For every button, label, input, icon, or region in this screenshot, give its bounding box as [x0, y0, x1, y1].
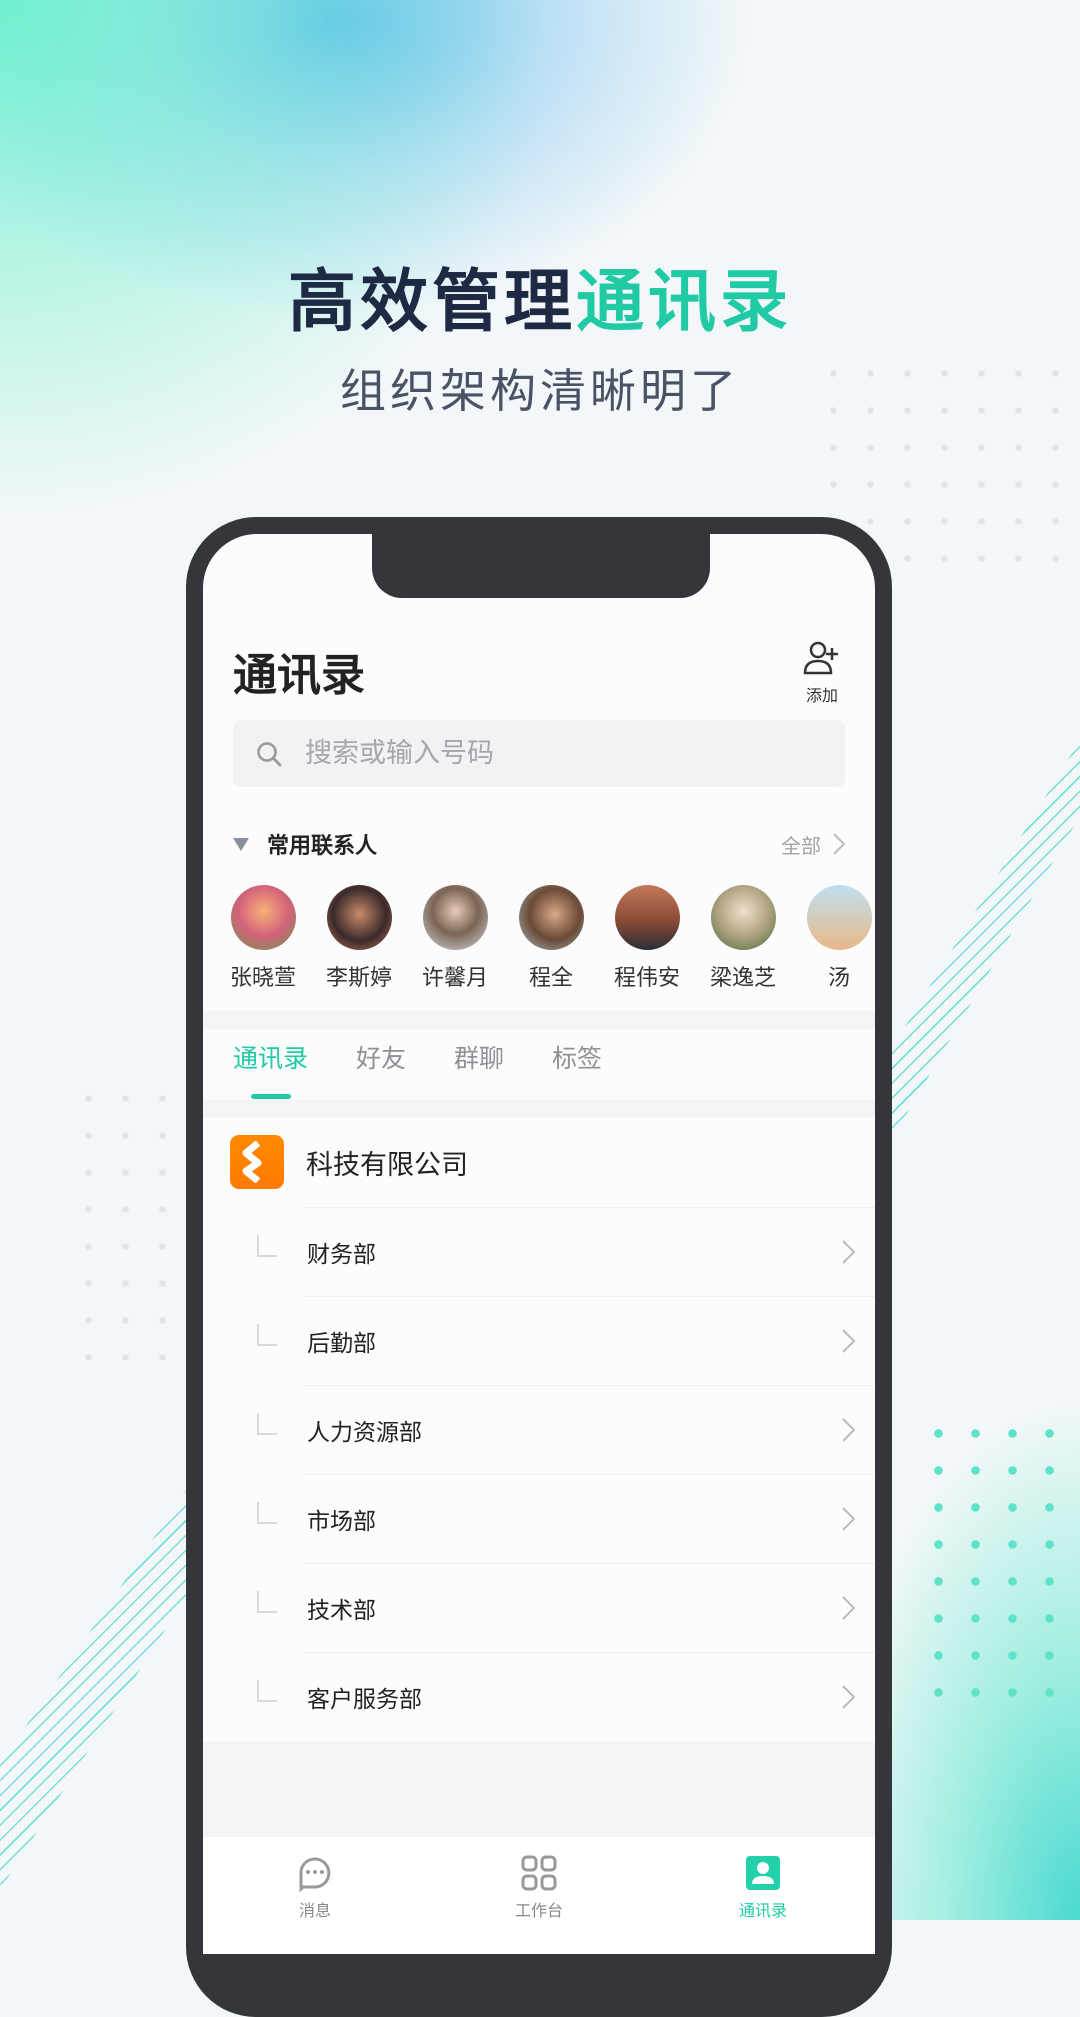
- department-row[interactable]: 市场部: [203, 1474, 875, 1563]
- nav-contacts[interactable]: 通讯录: [703, 1853, 823, 1954]
- add-label: 添加: [805, 686, 838, 705]
- contact-item[interactable]: 李斯婷: [307, 885, 411, 992]
- search-input[interactable]: [305, 738, 805, 769]
- headline-part: 高效管理: [287, 263, 576, 342]
- contact-name: 许馨月: [421, 966, 488, 991]
- contact-tabs: 通讯录 好友 群聊 标签: [233, 1039, 602, 1099]
- section-title: 常用联系人: [267, 834, 378, 859]
- tab-tags[interactable]: 标签: [552, 1039, 602, 1099]
- contact-name: 汤: [827, 966, 850, 991]
- contact-item[interactable]: 张晓萱: [211, 885, 315, 992]
- empty-area: [203, 1742, 875, 1837]
- contact-name: 程伟安: [613, 966, 680, 991]
- nav-label: 通讯录: [738, 1901, 787, 1920]
- phone-notch: [372, 520, 710, 598]
- avatar: [710, 885, 776, 950]
- chevron-right-icon: [842, 1684, 856, 1709]
- add-contact-button[interactable]: 添加: [797, 640, 847, 706]
- department-name: 技术部: [307, 1597, 376, 1624]
- chevron-right-icon: [842, 1417, 856, 1442]
- tree-branch-icon: [257, 1590, 277, 1613]
- avatar: [422, 885, 488, 950]
- nav-messages[interactable]: 消息: [255, 1853, 375, 1954]
- chevron-right-icon: [842, 1595, 856, 1620]
- department-name: 人力资源部: [307, 1419, 422, 1446]
- avatar: [230, 885, 296, 950]
- department-name: 财务部: [307, 1241, 376, 1268]
- department-name: 客户服务部: [307, 1686, 422, 1713]
- tab-friends[interactable]: 好友: [356, 1039, 406, 1099]
- contact-item[interactable]: 程全: [499, 885, 603, 992]
- tree-branch-icon: [257, 1679, 277, 1702]
- grid-icon: [521, 1855, 557, 1891]
- company-row[interactable]: 科技有限公司: [230, 1135, 468, 1189]
- contact-name: 李斯婷: [325, 966, 392, 991]
- bottom-nav: 消息 工作台 通讯录: [203, 1837, 875, 1954]
- contact-name: 梁逸芝: [709, 966, 776, 991]
- add-user-icon: [803, 641, 838, 675]
- collapse-triangle-icon[interactable]: [233, 837, 249, 851]
- avatar: [518, 885, 584, 950]
- tab-groups[interactable]: 群聊: [454, 1039, 504, 1099]
- avatar: [614, 885, 680, 950]
- nav-label: 工作台: [514, 1901, 563, 1920]
- frequent-contacts-header: 常用联系人 全部: [233, 828, 845, 860]
- avatar: [806, 885, 872, 950]
- tree-branch-icon: [257, 1412, 277, 1435]
- phone-screen: 通讯录 添加 常用联系人 全部 张晓萱 李斯婷 许馨月 程全 程伟安 梁逸芝 汤…: [203, 534, 875, 1954]
- view-all-label: 全部: [781, 833, 821, 858]
- chevron-right-icon: [842, 1506, 856, 1531]
- department-row[interactable]: 客户服务部: [203, 1652, 875, 1741]
- contact-item[interactable]: 梁逸芝: [691, 885, 795, 992]
- tree-branch-icon: [257, 1234, 277, 1257]
- nav-label: 消息: [298, 1901, 331, 1920]
- tree-branch-icon: [257, 1501, 277, 1524]
- promo-headline: 高效管理通讯录: [0, 246, 1080, 345]
- frequent-contacts-list: 张晓萱 李斯婷 许馨月 程全 程伟安 梁逸芝 汤: [203, 885, 875, 992]
- search-icon: [257, 741, 282, 766]
- contact-name: 程全: [528, 966, 573, 991]
- nav-workbench[interactable]: 工作台: [479, 1853, 599, 1954]
- tree-branch-icon: [257, 1323, 277, 1346]
- department-row[interactable]: 技术部: [203, 1563, 875, 1652]
- department-name: 市场部: [307, 1508, 376, 1535]
- contact-name: 张晓萱: [229, 966, 296, 991]
- department-row[interactable]: 财务部: [203, 1207, 875, 1296]
- view-all-link[interactable]: 全部: [781, 830, 845, 859]
- company-name: 科技有限公司: [306, 1149, 468, 1181]
- company-logo-icon: [230, 1135, 284, 1189]
- contact-item[interactable]: 汤: [787, 885, 875, 992]
- chat-bubble-icon: [299, 1857, 331, 1893]
- chevron-right-icon: [833, 833, 845, 855]
- divider: [203, 1100, 875, 1118]
- contacts-icon: [746, 1856, 780, 1890]
- chevron-right-icon: [842, 1239, 856, 1264]
- contact-item[interactable]: 程伟安: [595, 885, 699, 992]
- page-title: 通讯录: [233, 650, 365, 701]
- department-name: 后勤部: [307, 1330, 376, 1357]
- tab-contacts[interactable]: 通讯录: [233, 1039, 308, 1099]
- decor-dots: [70, 1080, 180, 1360]
- avatar: [326, 885, 392, 950]
- chevron-right-icon: [842, 1328, 856, 1353]
- contact-item[interactable]: 许馨月: [403, 885, 507, 992]
- department-row[interactable]: 人力资源部: [203, 1385, 875, 1474]
- search-bar[interactable]: [233, 720, 845, 787]
- department-row[interactable]: 后勤部: [203, 1296, 875, 1385]
- promo-subtitle: 组织架构清晰明了: [340, 364, 740, 418]
- headline-highlight: 通讯录: [576, 263, 793, 342]
- divider: [203, 1011, 875, 1029]
- decor-dots: [920, 1415, 1070, 1705]
